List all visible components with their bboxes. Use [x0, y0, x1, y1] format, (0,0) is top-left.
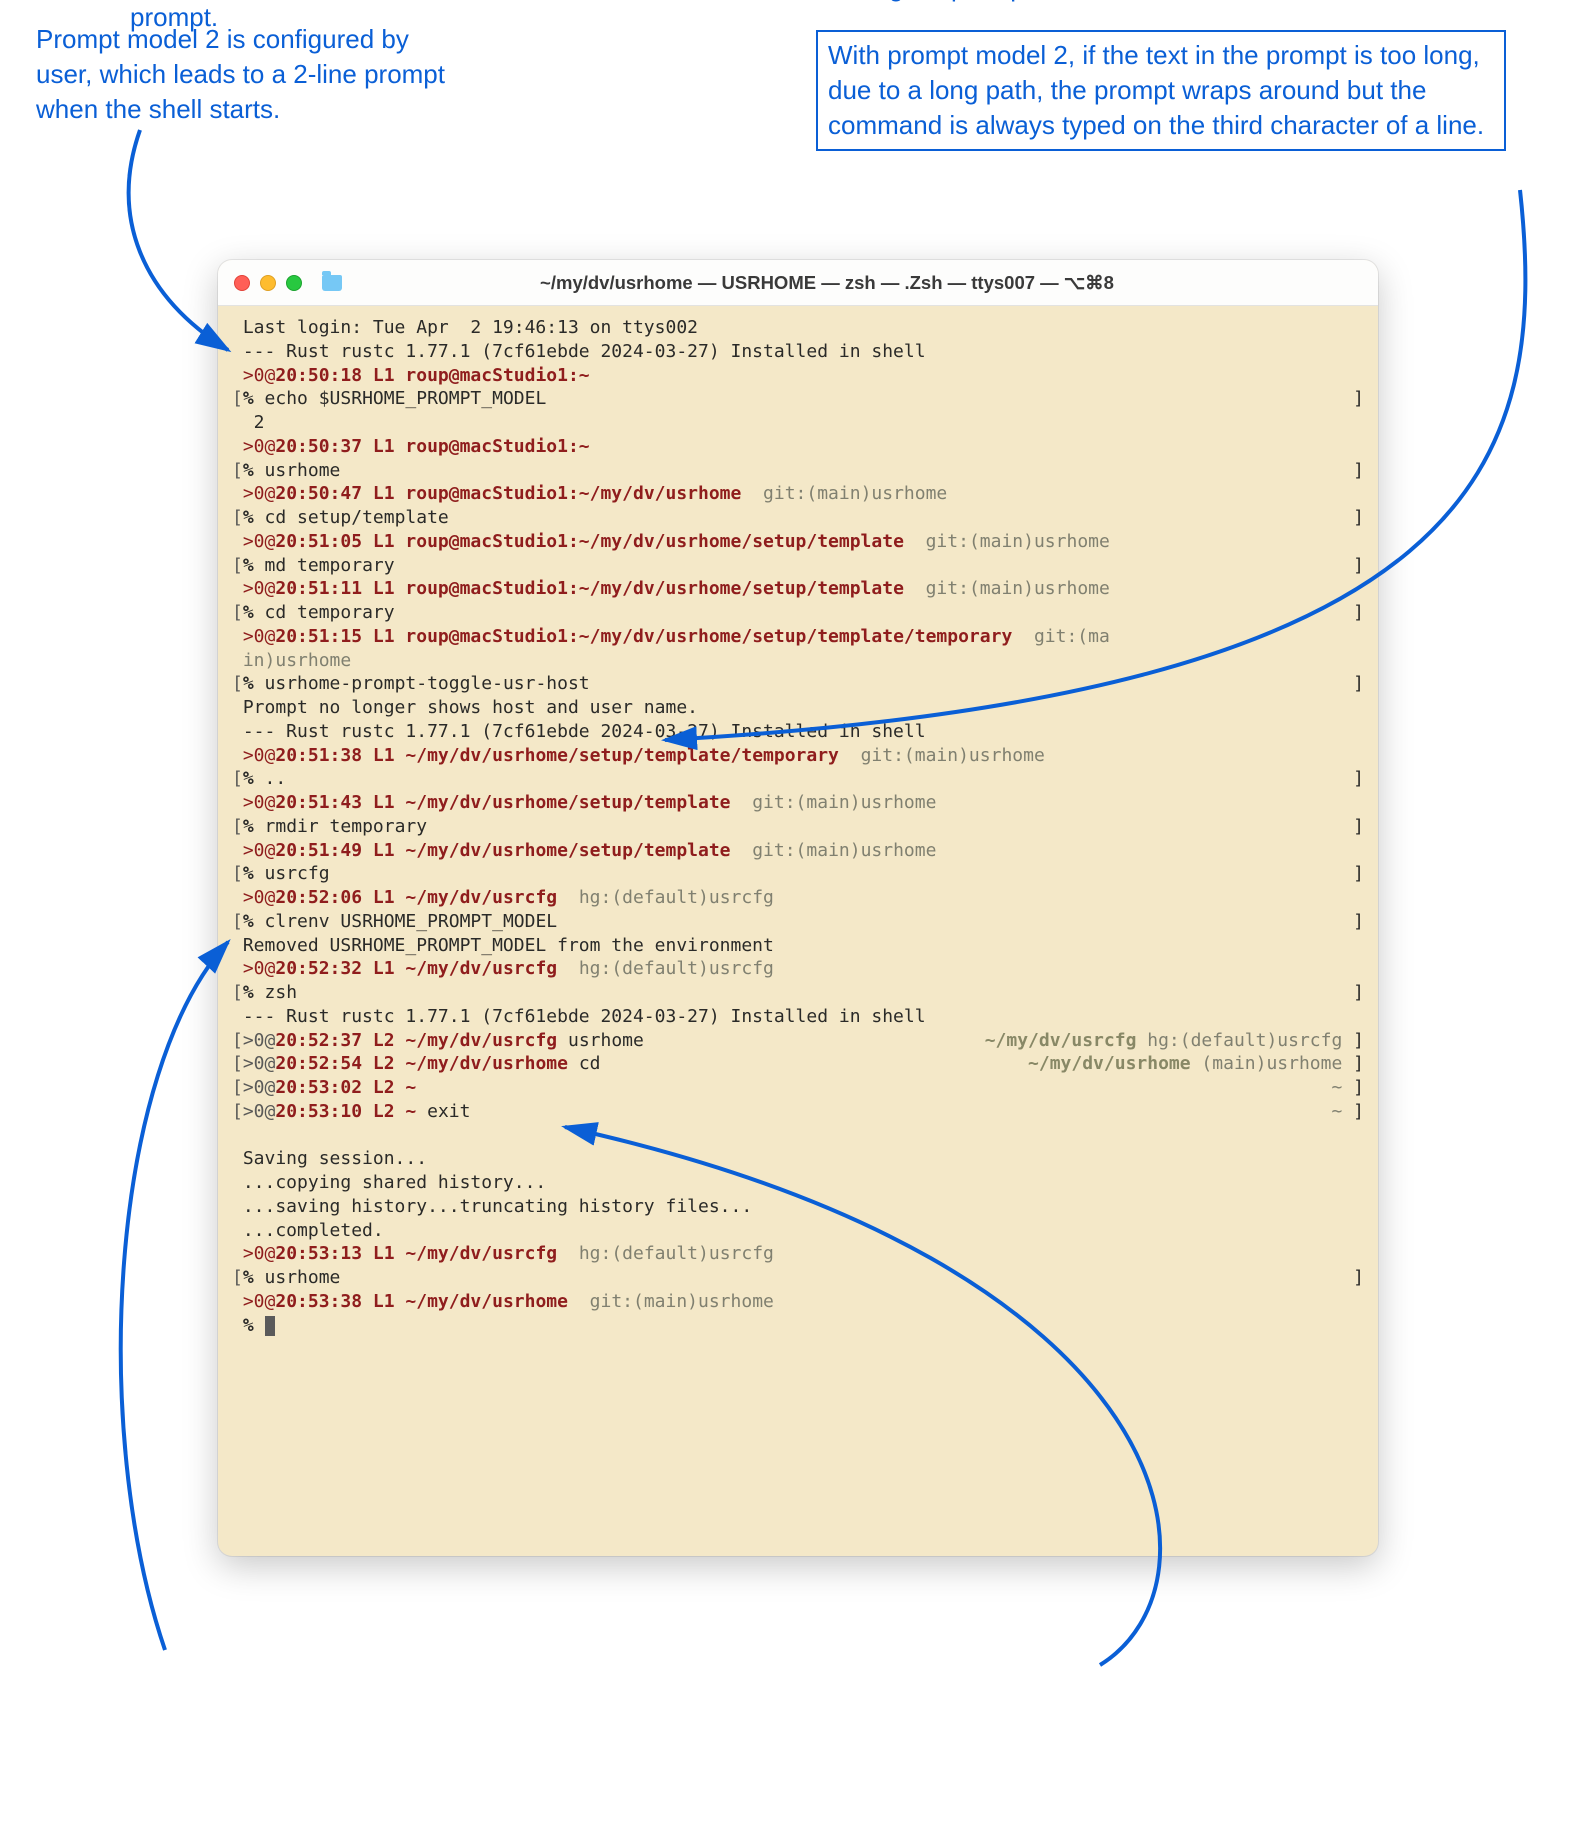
terminal-line: [% rmdir temporary]: [232, 815, 1364, 839]
terminal-line: Saving session...: [232, 1147, 1364, 1171]
terminal-line: [% ..]: [232, 767, 1364, 791]
terminal-line: [% zsh]: [232, 981, 1364, 1005]
terminal-line: [>0@20:53:10 L2 ~ exit~ ]: [232, 1100, 1364, 1124]
terminal-line: --- Rust rustc 1.77.1 (7cf61ebde 2024-03…: [232, 340, 1364, 364]
annotation-clear-env: Change, or clear, the value of the USRHO…: [130, 0, 790, 35]
terminal-line: >0@20:50:18 L1 roup@macStudio1:~: [232, 364, 1364, 388]
terminal-line: [% usrhome]: [232, 459, 1364, 483]
terminal-line: >0@20:52:32 L1 ~/my/dv/usrcfg hg:(defaul…: [232, 957, 1364, 981]
terminal-window: ~/my/dv/usrhome — USRHOME — zsh — .Zsh —…: [218, 260, 1378, 1556]
terminal-line: [232, 1124, 1364, 1148]
terminal-line: Last login: Tue Apr 2 19:46:13 on ttys00…: [232, 316, 1364, 340]
terminal-line: [% cd setup/template]: [232, 506, 1364, 530]
window-title: ~/my/dv/usrhome — USRHOME — zsh — .Zsh —…: [292, 272, 1362, 294]
terminal-line: >0@20:51:43 L1 ~/my/dv/usrhome/setup/tem…: [232, 791, 1364, 815]
terminal-line: >0@20:51:11 L1 roup@macStudio1:~/my/dv/u…: [232, 577, 1364, 601]
annotation-prompt-model-2: Prompt model 2 is configured by user, wh…: [36, 22, 466, 127]
terminal-line: >0@20:51:15 L1 roup@macStudio1:~/my/dv/u…: [232, 625, 1364, 649]
terminal-line: Removed USRHOME_PROMPT_MODEL from the en…: [232, 934, 1364, 958]
terminal-line: Prompt no longer shows host and user nam…: [232, 696, 1364, 720]
terminal-line: in)usrhome: [232, 649, 1364, 673]
terminal-line: [>0@20:53:02 L2 ~~ ]: [232, 1076, 1364, 1100]
terminal-line: >0@20:53:13 L1 ~/my/dv/usrcfg hg:(defaul…: [232, 1242, 1364, 1266]
terminal-line: >0@20:51:38 L1 ~/my/dv/usrhome/setup/tem…: [232, 744, 1364, 768]
terminal-line: --- Rust rustc 1.77.1 (7cf61ebde 2024-03…: [232, 720, 1364, 744]
minimize-button[interactable]: [260, 275, 276, 291]
terminal-line: >0@20:50:37 L1 roup@macStudio1:~: [232, 435, 1364, 459]
terminal-line: [% clrenv USRHOME_PROMPT_MODEL]: [232, 910, 1364, 934]
terminal-line: >0@20:52:06 L1 ~/my/dv/usrcfg hg:(defaul…: [232, 886, 1364, 910]
terminal-line: >0@20:51:05 L1 roup@macStudio1:~/my/dv/u…: [232, 530, 1364, 554]
terminal-line: %: [232, 1314, 1364, 1338]
folder-icon: [322, 275, 342, 291]
terminal-line: --- Rust rustc 1.77.1 (7cf61ebde 2024-03…: [232, 1005, 1364, 1029]
annotation-wrap-behavior: With prompt model 2, if the text in the …: [816, 30, 1506, 151]
annotation-exit-restore: When exiting back to the parent shell, t…: [860, 0, 1420, 5]
terminal-line: >0@20:51:49 L1 ~/my/dv/usrhome/setup/tem…: [232, 839, 1364, 863]
terminal-line: [% usrhome]: [232, 1266, 1364, 1290]
terminal-line: 2: [232, 411, 1364, 435]
terminal-line: ...completed.: [232, 1219, 1364, 1243]
terminal-line: ...copying shared history...: [232, 1171, 1364, 1195]
terminal-line: [% usrhome-prompt-toggle-usr-host]: [232, 672, 1364, 696]
terminal-line: [>0@20:52:37 L2 ~/my/dv/usrcfg usrhome~/…: [232, 1029, 1364, 1053]
terminal-line: ...saving history...truncating history f…: [232, 1195, 1364, 1219]
cursor: [265, 1316, 275, 1336]
titlebar[interactable]: ~/my/dv/usrhome — USRHOME — zsh — .Zsh —…: [218, 260, 1378, 306]
terminal-line: [% md temporary]: [232, 554, 1364, 578]
terminal-line: >0@20:53:38 L1 ~/my/dv/usrhome git:(main…: [232, 1290, 1364, 1314]
close-button[interactable]: [234, 275, 250, 291]
terminal-line: [% echo $USRHOME_PROMPT_MODEL]: [232, 387, 1364, 411]
terminal-line: [>0@20:52:54 L2 ~/my/dv/usrhome cd~/my/d…: [232, 1052, 1364, 1076]
terminal-body[interactable]: Last login: Tue Apr 2 19:46:13 on ttys00…: [218, 306, 1378, 1556]
terminal-line: >0@20:50:47 L1 roup@macStudio1:~/my/dv/u…: [232, 482, 1364, 506]
terminal-line: [% usrcfg]: [232, 862, 1364, 886]
terminal-line: [% cd temporary]: [232, 601, 1364, 625]
